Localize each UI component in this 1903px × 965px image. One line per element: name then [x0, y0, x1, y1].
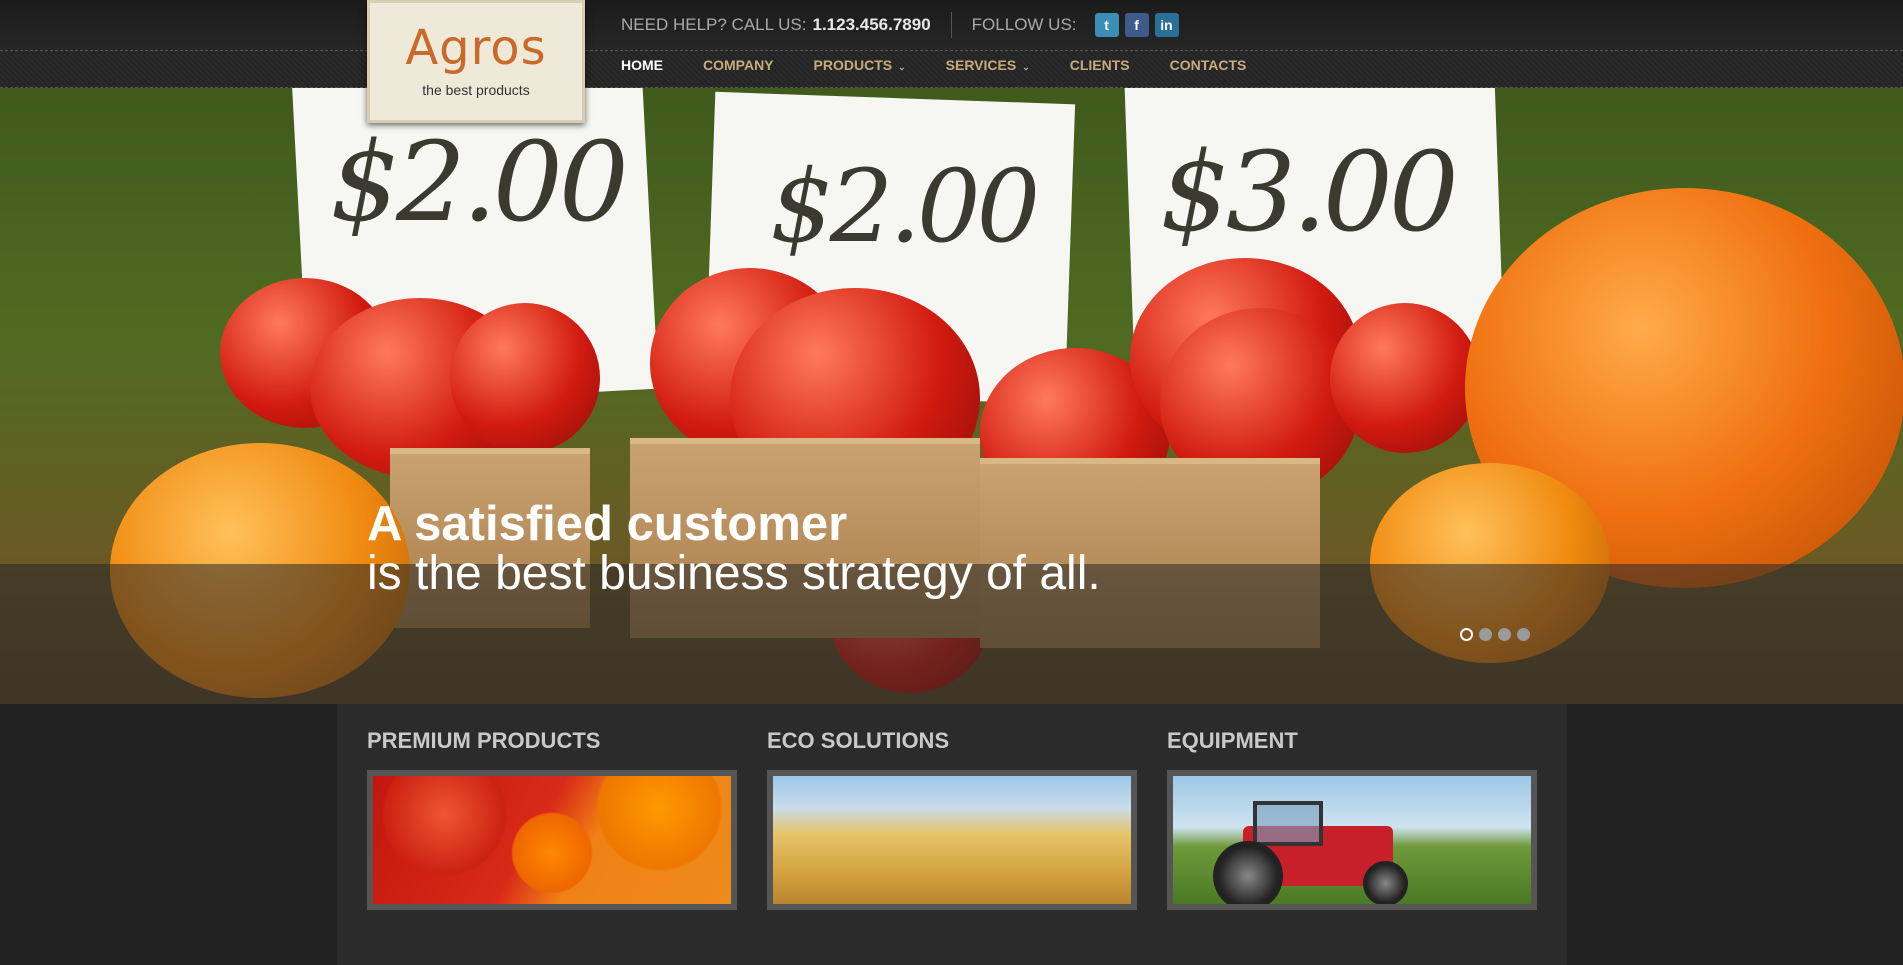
nav-products[interactable]: PRODUCTS ⌄: [814, 57, 906, 73]
price-label: $2.00: [770, 148, 1040, 265]
slider-pagination: [1460, 628, 1530, 641]
site-logo[interactable]: Agros the best products: [367, 0, 585, 123]
feature-title[interactable]: ECO SOLUTIONS: [767, 728, 1137, 754]
hero-slider: $2.00 $2.00 $3.00: [0, 88, 1903, 704]
feature-eco-solutions: ECO SOLUTIONS: [767, 728, 1137, 910]
slider-dot[interactable]: [1479, 628, 1492, 641]
feature-premium-products: PREMIUM PRODUCTS: [367, 728, 737, 910]
help-bar: NEED HELP? CALL US: 1.123.456.7890 FOLLO…: [621, 12, 1179, 38]
hero-headline: A satisfied customer: [367, 497, 848, 551]
nav-contacts[interactable]: CONTACTS: [1170, 57, 1247, 73]
feature-title[interactable]: EQUIPMENT: [1167, 728, 1537, 754]
nav-company[interactable]: COMPANY: [703, 57, 774, 73]
tomato: [1330, 303, 1480, 453]
feature-image-frame[interactable]: [767, 770, 1137, 910]
tractor-wheel: [1363, 861, 1408, 904]
feature-image-frame[interactable]: [1167, 770, 1537, 910]
nav-company-label: COMPANY: [703, 57, 774, 73]
nav-services[interactable]: SERVICES ⌄: [946, 57, 1030, 73]
nav-services-label: SERVICES: [945, 57, 1017, 73]
price-label: $3.00: [1160, 128, 1459, 256]
tomatoes-image: [373, 776, 731, 904]
feature-equipment: EQUIPMENT: [1167, 728, 1537, 910]
divider: [950, 12, 952, 38]
chevron-down-icon: ⌄: [1022, 62, 1030, 72]
hero-subline: is the best business strategy of all.: [367, 547, 1101, 600]
nav-home-label: HOME: [621, 57, 663, 73]
slider-dot[interactable]: [1517, 628, 1530, 641]
feature-title[interactable]: PREMIUM PRODUCTS: [367, 728, 737, 754]
slider-dot[interactable]: [1498, 628, 1511, 641]
logo-tagline: the best products: [422, 82, 530, 98]
tractor-image: [1173, 776, 1531, 904]
nav-clients-label: CLIENTS: [1069, 57, 1130, 73]
tomato: [450, 303, 600, 453]
nav-products-label: PRODUCTS: [813, 57, 893, 73]
linkedin-icon[interactable]: in: [1154, 13, 1179, 37]
nav-contacts-label: CONTACTS: [1169, 57, 1247, 73]
slider-dot[interactable]: [1460, 628, 1473, 641]
tractor-wheel: [1213, 841, 1283, 904]
twitter-icon[interactable]: t: [1094, 13, 1119, 37]
wheat-image: [773, 776, 1131, 904]
main-menu: HOME COMPANY PRODUCTS ⌄ SERVICES ⌄ CLIENTS…: [621, 57, 1286, 73]
phone-number[interactable]: 1.123.456.7890: [813, 15, 931, 35]
chevron-down-icon: ⌄: [898, 62, 906, 72]
feature-image-frame[interactable]: [367, 770, 737, 910]
nav-home[interactable]: HOME: [621, 57, 663, 73]
nav-clients[interactable]: CLIENTS: [1070, 57, 1130, 73]
follow-label: FOLLOW US:: [971, 15, 1077, 34]
tractor-cab: [1253, 801, 1323, 846]
logo-name: Agros: [405, 20, 547, 76]
social-links: t f in: [1094, 13, 1179, 37]
features-section: PREMIUM PRODUCTS ECO SOLUTIONS EQUIPMENT: [337, 704, 1567, 965]
price-label: $2.00: [330, 118, 629, 246]
help-label: NEED HELP? CALL US:: [621, 15, 807, 34]
facebook-icon[interactable]: f: [1124, 13, 1149, 37]
